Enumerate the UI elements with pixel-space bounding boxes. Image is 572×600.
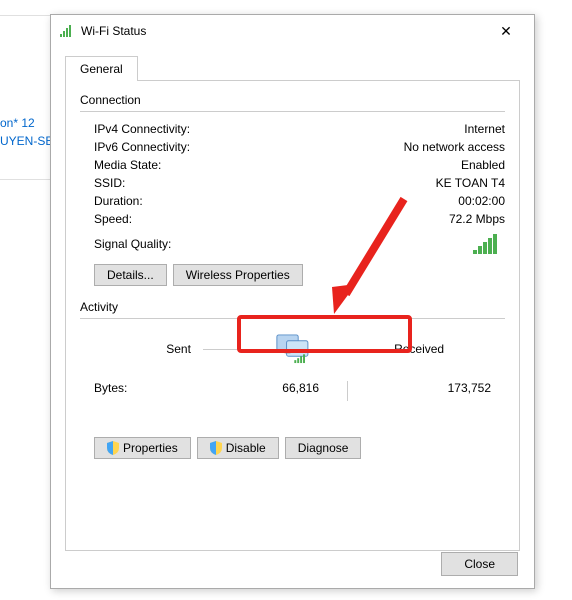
properties-button[interactable]: Properties bbox=[94, 437, 191, 459]
monitor-icon bbox=[273, 333, 312, 365]
details-button[interactable]: Details... bbox=[94, 264, 167, 286]
shield-icon bbox=[107, 441, 119, 455]
diagnose-button[interactable]: Diagnose bbox=[285, 437, 362, 459]
signal-quality-label: Signal Quality: bbox=[94, 237, 171, 251]
shield-icon bbox=[210, 441, 222, 455]
wireless-properties-button[interactable]: Wireless Properties bbox=[173, 264, 303, 286]
duration-label: Duration: bbox=[94, 194, 143, 208]
properties-label: Properties bbox=[123, 441, 178, 455]
ipv6-label: IPv6 Connectivity: bbox=[94, 140, 190, 154]
divider bbox=[80, 318, 505, 319]
background-panel bbox=[0, 15, 55, 180]
bytes-sent-value: 66,816 bbox=[184, 381, 339, 401]
divider bbox=[203, 349, 261, 350]
duration-value: 00:02:00 bbox=[458, 194, 505, 208]
speed-value: 72.2 Mbps bbox=[449, 212, 505, 226]
divider bbox=[80, 111, 505, 112]
dialog-content: General Connection IPv4 Connectivity: Int… bbox=[51, 47, 534, 565]
bytes-received-value: 173,752 bbox=[356, 381, 491, 401]
wifi-icon bbox=[59, 23, 75, 39]
received-label: Received bbox=[394, 342, 491, 356]
divider bbox=[347, 381, 348, 401]
media-state-label: Media State: bbox=[94, 158, 161, 172]
ipv4-value: Internet bbox=[464, 122, 505, 136]
disable-button[interactable]: Disable bbox=[197, 437, 279, 459]
close-button[interactable]: Close bbox=[441, 552, 518, 576]
divider bbox=[324, 349, 382, 350]
tab-general[interactable]: General bbox=[65, 56, 138, 81]
dialog-title: Wi-Fi Status bbox=[81, 24, 486, 38]
ipv4-label: IPv4 Connectivity: bbox=[94, 122, 190, 136]
ssid-label: SSID: bbox=[94, 176, 125, 190]
sent-label: Sent bbox=[94, 342, 191, 356]
general-panel: Connection IPv4 Connectivity: Internet IP… bbox=[65, 81, 520, 551]
tab-strip: General bbox=[65, 55, 520, 81]
connection-label: Connection bbox=[80, 93, 505, 107]
disable-label: Disable bbox=[226, 441, 266, 455]
close-icon[interactable]: ✕ bbox=[486, 17, 526, 45]
signal-bars-icon bbox=[473, 234, 501, 254]
ipv6-value: No network access bbox=[404, 140, 505, 154]
speed-label: Speed: bbox=[94, 212, 132, 226]
activity-label: Activity bbox=[80, 300, 505, 314]
bytes-label: Bytes: bbox=[94, 381, 184, 401]
media-state-value: Enabled bbox=[461, 158, 505, 172]
titlebar: Wi-Fi Status ✕ bbox=[51, 15, 534, 47]
wifi-status-dialog: Wi-Fi Status ✕ General Connection IPv4 C… bbox=[50, 14, 535, 589]
dialog-footer: Close bbox=[441, 552, 518, 576]
activity-graphic: Sent Received bbox=[80, 327, 505, 371]
ssid-value: KE TOAN T4 bbox=[436, 176, 505, 190]
